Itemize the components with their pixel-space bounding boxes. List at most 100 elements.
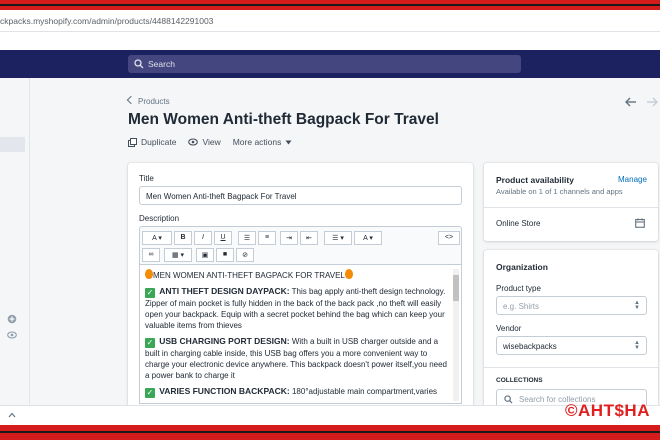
view-eye-icon (188, 138, 199, 146)
chevron-left-icon (126, 95, 136, 105)
check-mark-icon: ✓ (145, 388, 155, 398)
outdent-icon: ⇤ (306, 235, 312, 242)
numbered-list-icon: ≡ (264, 234, 270, 241)
description-paragraph: ✓ USB CHARGING PORT DESIGN: With a built… (145, 336, 447, 381)
outdent-button[interactable]: ⇤ (300, 231, 318, 245)
align-button[interactable]: ☰ ▾ (324, 231, 352, 245)
description-headline: MEN WOMEN ANTI-THEFT BAGPACK FOR TRAVEL (153, 271, 345, 280)
select-arrows-icon: ▲ ▼ (634, 300, 640, 311)
bulleted-list-icon: ☰ (243, 235, 251, 242)
underline-button[interactable]: U (214, 231, 232, 245)
product-type-select[interactable]: e.g. Shirts ▲ ▼ (496, 296, 647, 315)
description-headline-row: MEN WOMEN ANTI-THEFT BAGPACK FOR TRAVEL (145, 269, 447, 281)
show-html-label: <> (444, 234, 454, 241)
italic-button[interactable]: I (194, 231, 212, 245)
title-label: Title (139, 174, 154, 183)
availability-title: Product availability (496, 175, 574, 185)
indent-button[interactable]: ⇥ (280, 231, 298, 245)
bold-label: B (180, 234, 186, 241)
calendar-icon[interactable] (635, 218, 645, 228)
font-format-button[interactable]: A ▾ (142, 231, 172, 245)
url-text: ckpacks.myshopify.com/admin/products/448… (0, 16, 214, 26)
sidebar-item-active[interactable] (0, 137, 25, 152)
browser-url-bar[interactable]: ckpacks.myshopify.com/admin/products/448… (0, 10, 660, 32)
description-editor[interactable]: MEN WOMEN ANTI-THEFT BAGPACK FOR TRAVEL … (139, 264, 462, 404)
search-input[interactable]: Search (128, 55, 521, 73)
organization-title: Organization (496, 262, 548, 272)
align-icon: ☰ ▾ (332, 235, 344, 242)
title-field[interactable]: Men Women Anti-theft Bagpack For Travel (139, 186, 462, 205)
vendor-select[interactable]: wisebackpacks ▲ ▼ (496, 336, 647, 355)
sidebar (0, 78, 30, 405)
insert-video-button[interactable]: ■ (216, 248, 234, 262)
manage-link[interactable]: Manage (618, 175, 647, 184)
insert-table-button[interactable]: ▦ ▾ (164, 248, 192, 262)
product-type-label: Product type (496, 284, 541, 293)
table-icon: ▦ ▾ (171, 252, 185, 259)
breadcrumb-label: Products (138, 97, 170, 106)
description-paragraph: ✓ ANTI THEFT DESIGN DAYPACK: This bag ap… (145, 286, 447, 331)
editor-scrollbar[interactable] (453, 269, 459, 401)
view-label: View (202, 137, 221, 147)
frame-top-bar (0, 0, 660, 10)
show-html-button[interactable]: <> (438, 231, 460, 245)
underline-label: U (220, 234, 226, 241)
availability-subtitle: Available on 1 of 1 channels and apps (496, 187, 623, 196)
product-type-placeholder: e.g. Shirts (503, 302, 540, 311)
bold-button[interactable]: B (174, 231, 192, 245)
insert-link-button[interactable]: ∞ (142, 248, 160, 262)
clear-formatting-icon: ⊘ (242, 252, 248, 259)
insert-image-button[interactable]: ▣ (196, 248, 214, 262)
page-title: Men Women Anti-theft Bagpack For Travel (128, 111, 439, 128)
watermark: ©AHT$HA (565, 401, 650, 420)
more-actions-label: More actions (232, 137, 282, 147)
link-icon: ∞ (148, 251, 154, 258)
eye-icon[interactable] (7, 330, 17, 340)
vendor-label: Vendor (496, 324, 522, 333)
chevron-up-icon[interactable] (8, 412, 16, 418)
search-icon (504, 395, 513, 404)
frame-bottom-bar (0, 425, 660, 440)
fire-icon (344, 269, 353, 279)
description-paragraph: ✓ VARIES FUNCTION BACKPACK: 180°adjustab… (145, 386, 447, 398)
search-placeholder: Search (148, 59, 175, 69)
previous-product-arrow-icon[interactable] (625, 97, 637, 107)
image-icon: ▣ (201, 252, 209, 259)
bulleted-list-button[interactable]: ☰ (238, 231, 256, 245)
more-actions-button[interactable]: More actions (233, 137, 293, 147)
divider (484, 207, 658, 208)
duplicate-icon (128, 137, 137, 147)
text-color-icon: A ▾ (363, 235, 373, 242)
duplicate-button[interactable]: Duplicate (128, 137, 176, 147)
divider (484, 367, 658, 368)
fire-icon (145, 269, 153, 279)
video-icon: ■ (222, 251, 228, 258)
select-arrows-icon: ▲ ▼ (634, 340, 640, 351)
next-product-arrow-icon[interactable] (646, 97, 658, 107)
online-store-channel: Online Store (496, 219, 541, 228)
browser-status-bar (0, 405, 660, 425)
editor-scrollbar-thumb[interactable] (453, 275, 459, 301)
paragraph-text: 180°adjustable main compartment,varies (291, 387, 438, 396)
paragraph-heading: ANTI THEFT DESIGN DAYPACK: (159, 286, 290, 296)
search-icon (134, 59, 144, 69)
browser-toolbar-spacer (0, 32, 660, 50)
font-format-label: A (152, 235, 157, 242)
title-field-value: Men Women Anti-theft Bagpack For Travel (146, 192, 297, 201)
caret-down-icon (285, 140, 292, 144)
italic-label: I (202, 234, 204, 241)
text-color-button[interactable]: A ▾ (354, 231, 382, 245)
clear-formatting-button[interactable]: ⊘ (236, 248, 254, 262)
collections-label: COLLECTIONS (496, 377, 543, 384)
check-mark-icon: ✓ (145, 338, 155, 348)
vendor-value: wisebackpacks (503, 342, 557, 351)
description-label: Description (139, 214, 180, 223)
numbered-list-button[interactable]: ≡ (258, 231, 276, 245)
breadcrumb[interactable]: Products (126, 95, 170, 106)
paragraph-heading: USB CHARGING PORT DESIGN: (159, 336, 290, 346)
paragraph-heading: VARIES FUNCTION BACKPACK: (159, 386, 290, 396)
view-button[interactable]: View (188, 137, 221, 147)
add-circle-icon[interactable] (7, 314, 17, 324)
page-actions: Duplicate View More actions (128, 137, 292, 147)
indent-icon: ⇥ (286, 235, 292, 242)
